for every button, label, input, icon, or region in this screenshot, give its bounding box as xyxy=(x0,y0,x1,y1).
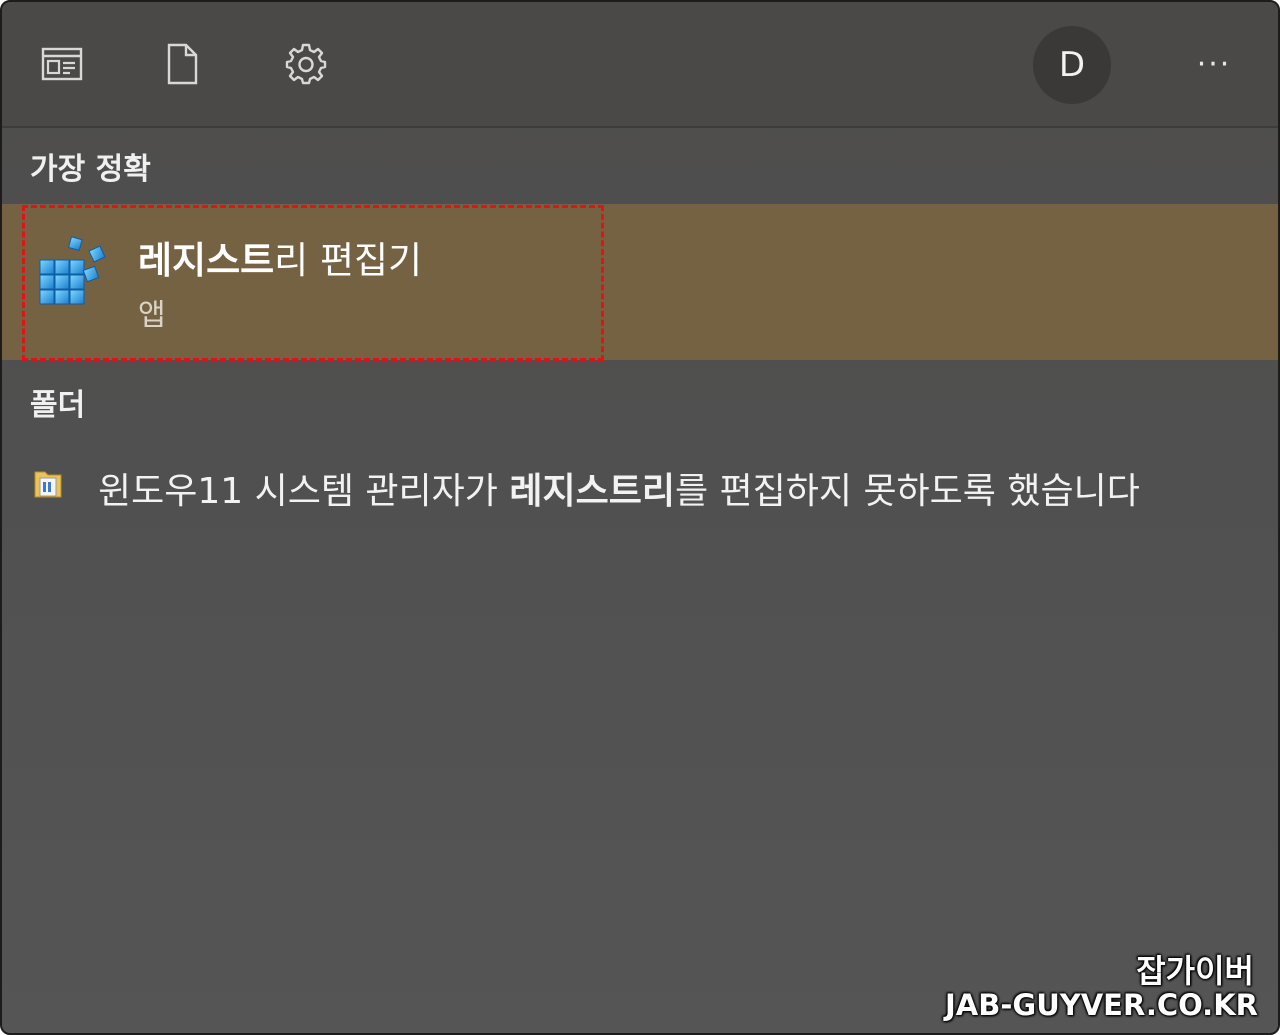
folder-text-bold: 레지스트리 xyxy=(509,471,675,512)
app-type-label: 앱 xyxy=(138,298,166,333)
registry-editor-icon xyxy=(39,236,106,305)
watermark-korean: 잡가이버 xyxy=(1136,952,1254,990)
folder-text-before: 윈도우11 시스템 관리자가 xyxy=(98,471,510,512)
folder-icon xyxy=(34,471,62,498)
app-name: 레지스트리 편집기 xyxy=(138,230,422,284)
user-avatar[interactable]: D xyxy=(1033,26,1111,104)
best-match-heading: 가장 정확 xyxy=(30,152,151,187)
app-name-rest: 리 편집기 xyxy=(274,239,423,282)
more-options-icon[interactable]: ··· xyxy=(1188,42,1240,86)
search-window: D ··· 가장 정확 레지스트리 편집기 앱 폴더 윈도우11 시스템 관리자… xyxy=(0,0,1280,1035)
settings-gear-icon[interactable] xyxy=(282,40,330,88)
apps-view-icon[interactable] xyxy=(38,40,86,88)
avatar-letter: D xyxy=(1058,45,1086,85)
more-options-label: ··· xyxy=(1196,46,1232,82)
best-match-result[interactable]: 레지스트리 편집기 앱 xyxy=(2,204,1278,360)
folder-result-label: 윈도우11 시스템 관리자가 레지스트리를 편집하지 못하도록 했습니다 xyxy=(98,462,1140,514)
watermark-domain: JAB-GUYVER.CO.KR xyxy=(945,988,1258,1022)
app-name-bold: 레지스트 xyxy=(138,239,275,282)
search-toolbar: D ··· xyxy=(2,2,1278,128)
folders-heading: 폴더 xyxy=(30,388,86,423)
documents-icon[interactable] xyxy=(158,40,206,88)
folder-text-after: 를 편집하지 못하도록 했습니다 xyxy=(674,471,1140,512)
folder-result-item[interactable]: 윈도우11 시스템 관리자가 레지스트리를 편집하지 못하도록 했습니다 xyxy=(2,442,1278,528)
